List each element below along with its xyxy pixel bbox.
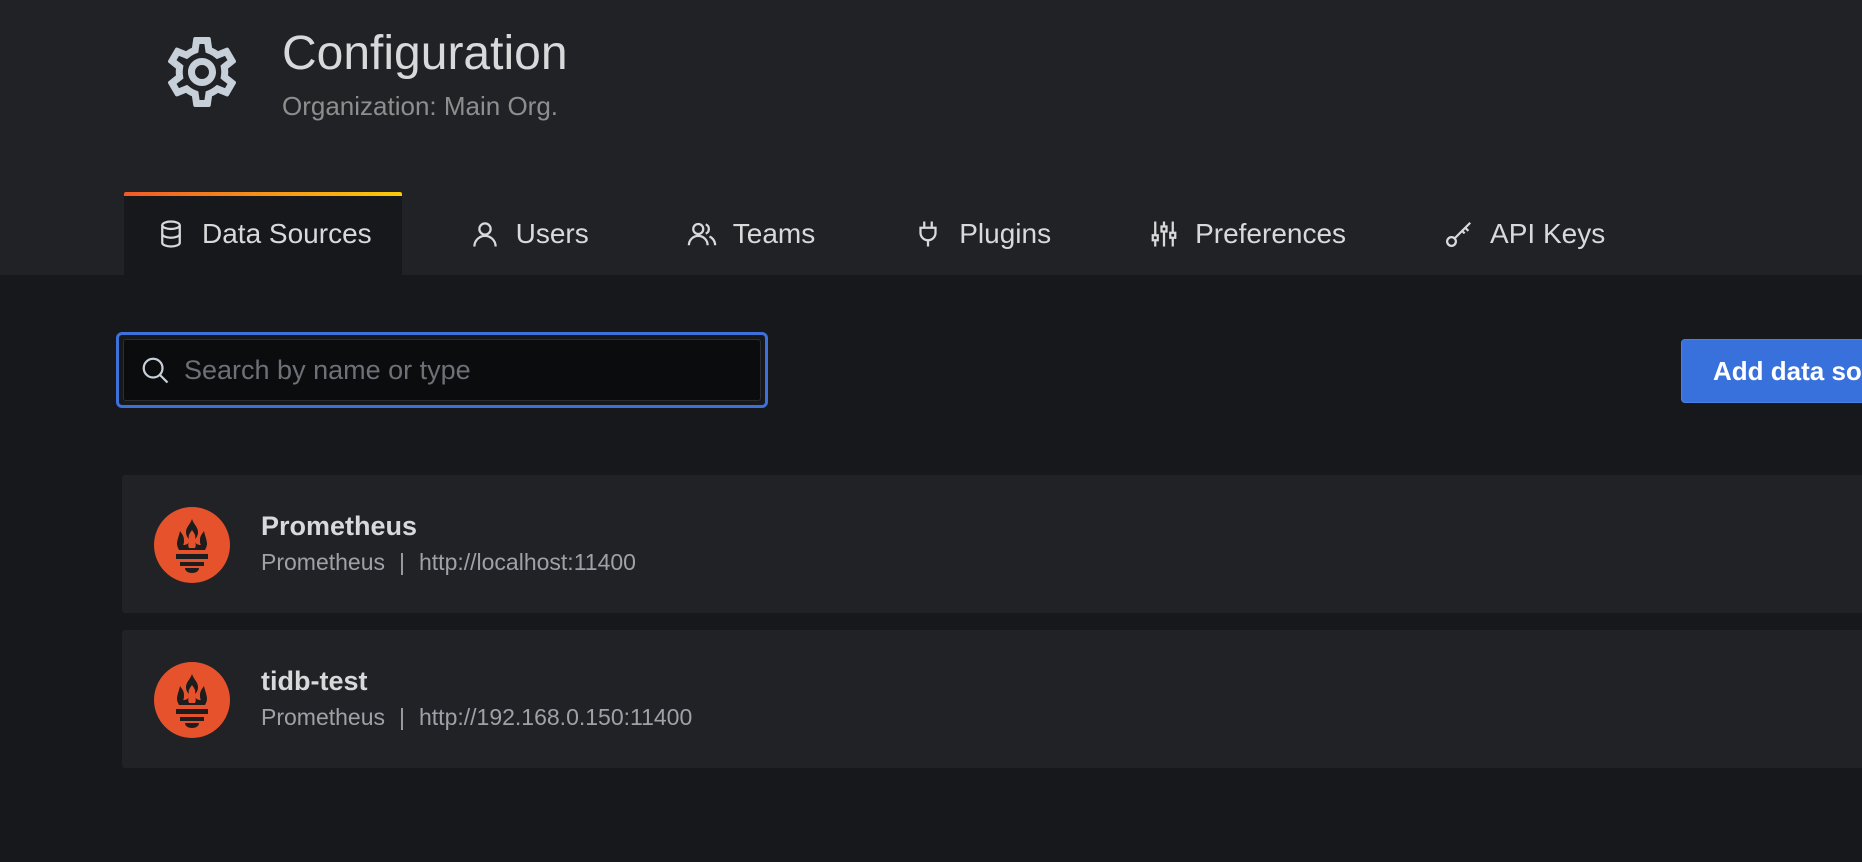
tab-plugins[interactable]: Plugins (883, 192, 1081, 275)
page-header: Configuration Organization: Main Org. Da… (0, 0, 1862, 275)
database-icon (156, 219, 186, 249)
tab-teams[interactable]: Teams (657, 192, 845, 275)
separator: | (399, 704, 405, 730)
separator: | (399, 549, 405, 575)
datasource-name: Prometheus (261, 511, 418, 541)
tab-bar: Data Sources Users Teams Plugins Prefere… (124, 192, 1673, 275)
key-icon (1444, 219, 1474, 249)
tab-api-keys[interactable]: API Keys (1414, 192, 1635, 275)
plug-icon (913, 219, 943, 249)
tab-label: Teams (732, 217, 816, 249)
search-icon (142, 357, 169, 384)
add-data-source-button[interactable]: Add data source (1681, 339, 1862, 403)
tab-label: Plugins (959, 217, 1052, 249)
datasource-card[interactable]: Prometheus Prometheus | http://localhost:1… (122, 475, 1862, 613)
search-field (123, 339, 761, 401)
prometheus-logo-icon (154, 507, 230, 583)
page-title: Configuration (282, 27, 568, 80)
tab-label: API Keys (1490, 217, 1606, 249)
datasource-url: http://192.168.0.150:11400 (419, 704, 693, 730)
prometheus-logo-icon (154, 662, 230, 738)
datasource-name: tidb-test (261, 666, 368, 696)
datasource-card[interactable]: tidb-test Prometheus | http://192.168.0.15… (122, 630, 1862, 768)
users-icon (687, 219, 717, 249)
sliders-icon (1149, 219, 1179, 249)
datasource-type: Prometheus (261, 549, 386, 575)
tab-label: Data Sources (202, 217, 372, 249)
search-box (116, 332, 768, 408)
datasource-url: http://localhost:11400 (419, 549, 636, 575)
tab-data-sources[interactable]: Data Sources (124, 192, 402, 275)
datasource-meta: Prometheus | http://localhost:11400 (261, 549, 636, 576)
page-subtitle: Organization: Main Org. (282, 91, 559, 121)
datasource-meta: Prometheus | http://192.168.0.150:11400 (261, 704, 692, 731)
tab-preferences[interactable]: Preferences (1119, 192, 1376, 275)
tab-users[interactable]: Users (440, 192, 619, 275)
tab-label: Users (515, 217, 589, 249)
search-input[interactable] (182, 339, 760, 401)
user-icon (470, 219, 500, 249)
gear-icon (167, 36, 237, 107)
datasource-type: Prometheus (261, 704, 386, 730)
tab-label: Preferences (1195, 217, 1347, 249)
